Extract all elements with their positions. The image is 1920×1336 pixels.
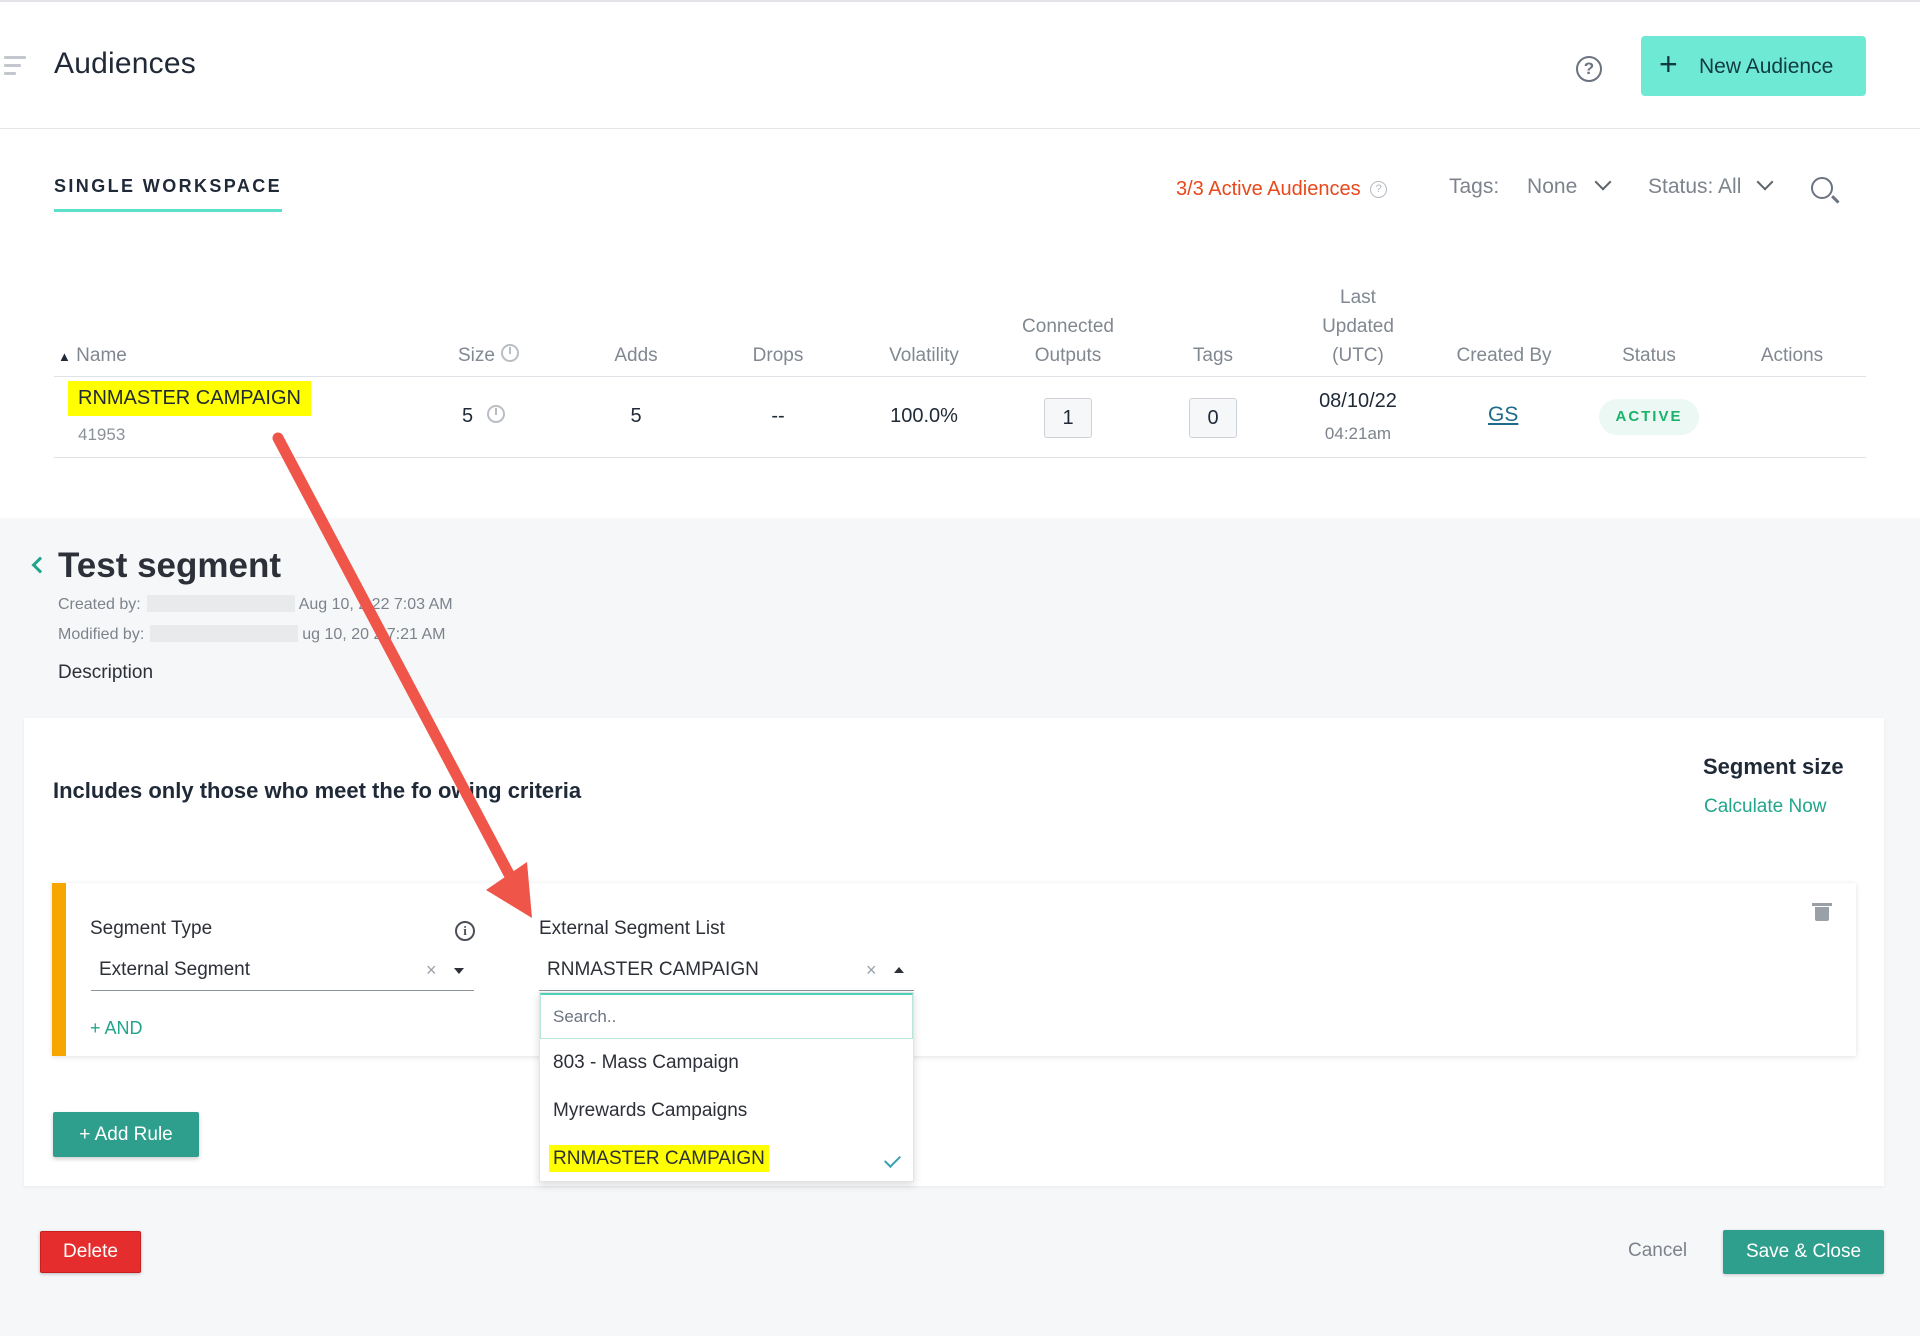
column-size-label: Size	[458, 345, 495, 366]
audience-size: 5	[462, 405, 506, 428]
caret-down-icon[interactable]	[454, 968, 464, 974]
segment-title: Test segment	[58, 546, 282, 585]
external-list-select[interactable]: RNMASTER CAMPAIGN ×	[539, 951, 914, 991]
audience-drops: --	[771, 405, 785, 427]
help-icon[interactable]: ?	[1576, 56, 1602, 82]
connected-outputs-count[interactable]: 1	[1044, 398, 1092, 438]
app-header: Audiences ? + New Audience	[0, 5, 1920, 129]
chevron-down-icon	[1756, 173, 1774, 191]
active-audiences-indicator: 3/3 Active Audiences ?	[1176, 178, 1388, 201]
column-last-updated[interactable]: Last Updated (UTC)	[1298, 283, 1418, 370]
dropdown-option[interactable]: 803 - Mass Campaign	[540, 1039, 913, 1087]
external-list-dropdown: 803 - Mass Campaign Myrewards Campaigns …	[539, 992, 914, 1182]
audience-name[interactable]: RNMASTER CAMPAIGN	[68, 381, 311, 416]
calculate-now-link[interactable]: Calculate Now	[1704, 796, 1827, 818]
column-size[interactable]: Size	[458, 341, 519, 370]
modified-label: Modified by:	[58, 626, 145, 643]
description-label[interactable]: Description	[58, 662, 153, 684]
clear-icon[interactable]: ×	[866, 951, 877, 989]
column-connected-label-1: Connected	[1022, 316, 1114, 337]
column-name-label: Name	[76, 345, 127, 366]
tags-filter-label: Tags:	[1449, 175, 1500, 198]
trash-icon[interactable]	[1812, 903, 1832, 921]
add-and-link[interactable]: + AND	[90, 1018, 143, 1039]
column-volatility[interactable]: Volatility	[874, 341, 974, 370]
created-by-link[interactable]: GS	[1488, 403, 1518, 427]
add-rule-button[interactable]: + Add Rule	[53, 1112, 199, 1157]
menu-icon[interactable]	[4, 56, 28, 80]
new-audience-button[interactable]: + New Audience	[1641, 36, 1866, 96]
column-status[interactable]: Status	[1599, 341, 1699, 370]
column-drops[interactable]: Drops	[730, 341, 826, 370]
column-last-label-3: (UTC)	[1332, 345, 1384, 366]
last-updated-time: 04:21am	[1324, 424, 1392, 443]
column-tags[interactable]: Tags	[1173, 341, 1253, 370]
chevron-down-icon	[1594, 173, 1612, 191]
dropdown-search-input[interactable]	[540, 993, 913, 1039]
criteria-heading: Includes only those who meet the fo owin…	[53, 778, 582, 803]
segment-type-select[interactable]: External Segment ×	[91, 951, 474, 991]
created-date: Aug 10, 2 22 7:03 AM	[298, 596, 453, 613]
segment-type-label: Segment Type	[90, 918, 213, 939]
status-filter[interactable]: Status: All	[1648, 173, 1774, 199]
table-header-divider	[54, 376, 1866, 377]
clock-icon	[500, 344, 519, 362]
search-icon[interactable]	[1811, 177, 1833, 199]
dropdown-option[interactable]: Myrewards Campaigns	[540, 1087, 913, 1135]
active-audiences-label: Active Audiences	[1208, 178, 1361, 200]
column-created-by[interactable]: Created By	[1444, 341, 1564, 370]
column-last-label-1: Last	[1340, 287, 1376, 308]
clear-icon[interactable]: ×	[426, 951, 437, 989]
dropdown-option-label: Myrewards Campaigns	[553, 1100, 748, 1121]
tags-filter[interactable]: Tags: None	[1449, 173, 1612, 199]
created-label: Created by:	[58, 596, 141, 613]
column-adds[interactable]: Adds	[588, 341, 684, 370]
table-row-divider	[54, 457, 1866, 458]
redacted-name	[146, 595, 295, 612]
cancel-button[interactable]: Cancel	[1628, 1240, 1687, 1262]
column-name[interactable]: ▲ Name	[58, 341, 127, 371]
tags-filter-value: None	[1527, 175, 1578, 198]
status-badge: ACTIVE	[1599, 399, 1699, 435]
check-icon	[884, 1151, 901, 1168]
help-icon[interactable]: ?	[1370, 181, 1388, 198]
audience-volatility: 100.0%	[890, 405, 958, 427]
page-title: Audiences	[54, 47, 196, 80]
tags-count[interactable]: 0	[1189, 398, 1237, 438]
dropdown-option-label: 803 - Mass Campaign	[553, 1052, 739, 1073]
delete-button[interactable]: Delete	[40, 1231, 141, 1273]
dropdown-option-selected[interactable]: RNMASTER CAMPAIGN	[540, 1135, 913, 1183]
column-last-label-2: Updated	[1322, 316, 1394, 337]
sort-up-icon: ▲	[58, 349, 71, 364]
caret-up-icon[interactable]	[894, 967, 904, 973]
redacted-name	[150, 625, 299, 642]
column-actions: Actions	[1760, 345, 1824, 366]
external-list-value: RNMASTER CAMPAIGN	[547, 959, 759, 980]
new-audience-label: New Audience	[1699, 55, 1834, 78]
modified-meta: Modified by: ug 10, 20 2 7:21 AM	[58, 625, 445, 644]
status-filter-label: Status: All	[1648, 175, 1742, 198]
active-audiences-count: 3/3	[1176, 178, 1204, 200]
save-close-button[interactable]: Save & Close	[1723, 1230, 1884, 1274]
segment-size-title: Segment size	[1703, 754, 1844, 779]
created-meta: Created by: Aug 10, 2 22 7:03 AM	[58, 595, 453, 614]
info-icon[interactable]: i	[455, 921, 475, 941]
clock-icon	[487, 405, 506, 423]
segment-type-value: External Segment	[99, 959, 251, 980]
audience-size-value: 5	[462, 405, 474, 427]
last-updated-date: 08/10/22	[1319, 390, 1397, 412]
plus-icon: +	[1659, 46, 1678, 82]
audience-id: 41953	[78, 425, 126, 444]
audience-adds: 5	[630, 405, 642, 427]
column-connected-label-2: Outputs	[1034, 345, 1102, 366]
modified-date: ug 10, 20 2 7:21 AM	[302, 626, 446, 643]
tab-single-workspace[interactable]: SINGLE WORKSPACE	[54, 176, 283, 212]
dropdown-option-label: RNMASTER CAMPAIGN	[549, 1145, 769, 1172]
external-list-label: External Segment List	[539, 918, 725, 939]
column-connected-outputs[interactable]: Connected Outputs	[1008, 312, 1128, 370]
